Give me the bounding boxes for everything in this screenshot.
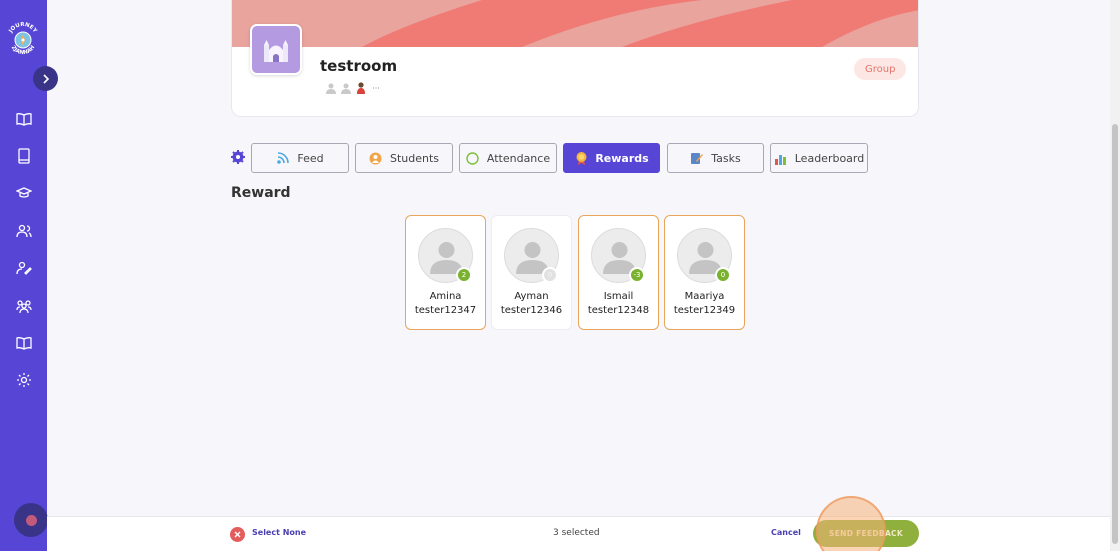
book-open-icon[interactable] — [15, 110, 33, 128]
student-name: Ayman — [514, 291, 549, 302]
student-score-badge: -3 — [629, 267, 645, 283]
users-icon[interactable] — [15, 222, 33, 240]
user-edit-icon[interactable] — [15, 259, 33, 277]
record-dot-icon — [25, 514, 37, 526]
select-none-button[interactable]: Select None — [252, 528, 306, 537]
tab-feed[interactable]: Feed — [251, 143, 349, 173]
tab-settings-gear-icon[interactable] — [230, 149, 246, 165]
room-type-badge: Group — [854, 58, 907, 80]
student-name: Amina — [429, 291, 462, 302]
tab-rewards[interactable]: Rewards — [563, 143, 660, 173]
circle-icon — [466, 151, 480, 165]
scrollbar[interactable] — [1110, 0, 1120, 551]
student-card[interactable]: -3 Ismail tester12348 — [578, 215, 659, 330]
record-button[interactable] — [14, 503, 48, 537]
tab-label: Attendance — [486, 151, 551, 165]
send-feedback-button[interactable]: SEND FEEDBACK — [813, 520, 919, 547]
student-card[interactable]: 0 Ayman tester12346 — [491, 215, 572, 330]
scrollbar-thumb[interactable] — [1112, 124, 1118, 544]
room-banner — [232, 0, 918, 47]
student-username: tester12348 — [587, 305, 650, 316]
student-score-badge: 0 — [542, 267, 558, 283]
student-username: tester12347 — [414, 305, 477, 316]
student-card[interactable]: 0 Maariya tester12349 — [664, 215, 745, 330]
student-icon — [369, 151, 383, 165]
student-name: Maariya — [684, 291, 725, 302]
close-icon[interactable] — [230, 527, 245, 542]
gear-icon[interactable] — [15, 371, 33, 389]
room-header-card: testroom ··· Group — [231, 0, 919, 117]
book-open-icon[interactable] — [15, 334, 33, 352]
student-card[interactable]: 2 Amina tester12347 — [405, 215, 486, 330]
section-title: Reward — [231, 185, 291, 201]
member-avatar-icon — [340, 82, 352, 94]
group-icon[interactable] — [15, 297, 33, 315]
cancel-button[interactable]: Cancel — [771, 528, 801, 537]
chevron-right-icon — [42, 73, 49, 84]
selected-count: 3 selected — [553, 528, 600, 538]
award-icon — [574, 151, 588, 165]
tasks-icon — [690, 151, 704, 165]
tab-tasks[interactable]: Tasks — [667, 143, 764, 173]
graduation-cap-icon[interactable] — [15, 184, 33, 202]
member-avatar-icon — [325, 82, 337, 94]
book-icon[interactable] — [15, 147, 33, 165]
expand-sidebar-button[interactable] — [33, 66, 58, 91]
more-members: ··· — [372, 83, 380, 93]
rss-icon — [276, 151, 290, 165]
student-username: tester12346 — [500, 305, 563, 316]
student-name: Ismail — [603, 291, 634, 302]
student-score-badge: 0 — [715, 267, 731, 283]
member-avatars[interactable]: ··· — [325, 82, 382, 94]
tab-leaderboard[interactable]: Leaderboard — [770, 143, 868, 173]
tab-label: Students — [389, 151, 440, 165]
tab-label: Rewards — [595, 151, 649, 165]
selection-action-bar: Select None 3 selected Cancel SEND FEEDB… — [47, 516, 1110, 551]
room-avatar[interactable] — [250, 24, 302, 75]
tab-students[interactable]: Students — [355, 143, 453, 173]
journey2jannah-logo[interactable]: JOURNEY 2JANNAH — [6, 22, 40, 58]
tab-label: Feed — [297, 151, 324, 165]
member-photo-icon — [355, 82, 367, 94]
student-score-badge: 2 — [456, 267, 472, 283]
room-name: testroom — [320, 57, 398, 75]
castle-icon — [264, 39, 288, 62]
bar-chart-icon — [774, 151, 788, 165]
tab-attendance[interactable]: Attendance — [459, 143, 557, 173]
tab-label: Tasks — [711, 151, 741, 165]
tab-label: Leaderboard — [794, 151, 865, 165]
student-username: tester12349 — [673, 305, 736, 316]
